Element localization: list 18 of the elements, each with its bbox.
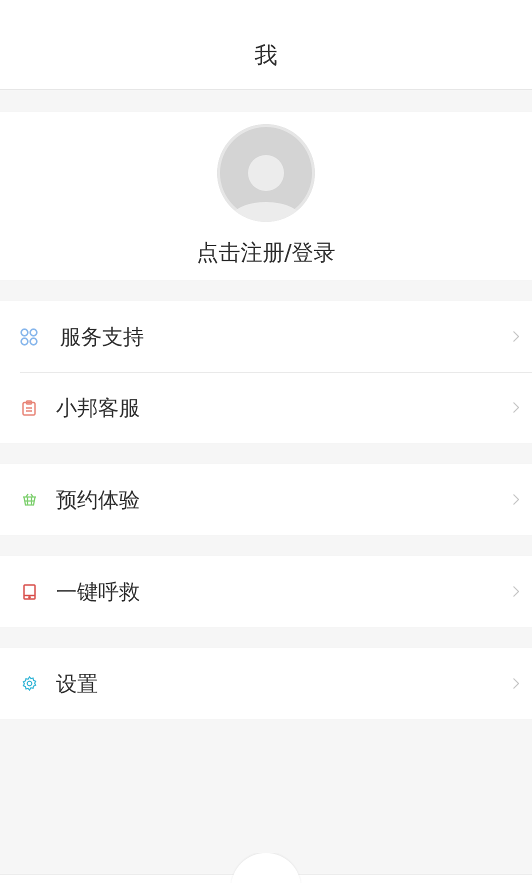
- grid-icon: [20, 328, 38, 346]
- menu-item[interactable]: 预约体验: [0, 464, 532, 535]
- basket-icon: [22, 493, 36, 506]
- menu-item[interactable]: 一键呼救: [0, 556, 532, 627]
- login-link[interactable]: 点击注册/登录: [196, 238, 336, 268]
- menu-item[interactable]: 服务支持: [0, 301, 532, 372]
- menu-item[interactable]: 小邦客服: [0, 372, 532, 443]
- chevron-icon: [513, 586, 519, 597]
- chevron-icon: [513, 678, 519, 689]
- chevron-icon: [513, 402, 519, 413]
- chevron-icon: [513, 331, 519, 342]
- menu-item[interactable]: 设置: [0, 648, 532, 719]
- avatar-icon[interactable]: [217, 124, 315, 222]
- chevron-icon: [513, 494, 519, 505]
- page-title: 我: [254, 42, 278, 71]
- clipboard-icon: [22, 400, 36, 416]
- gear-icon: [22, 676, 36, 691]
- tablet-icon: [22, 584, 36, 600]
